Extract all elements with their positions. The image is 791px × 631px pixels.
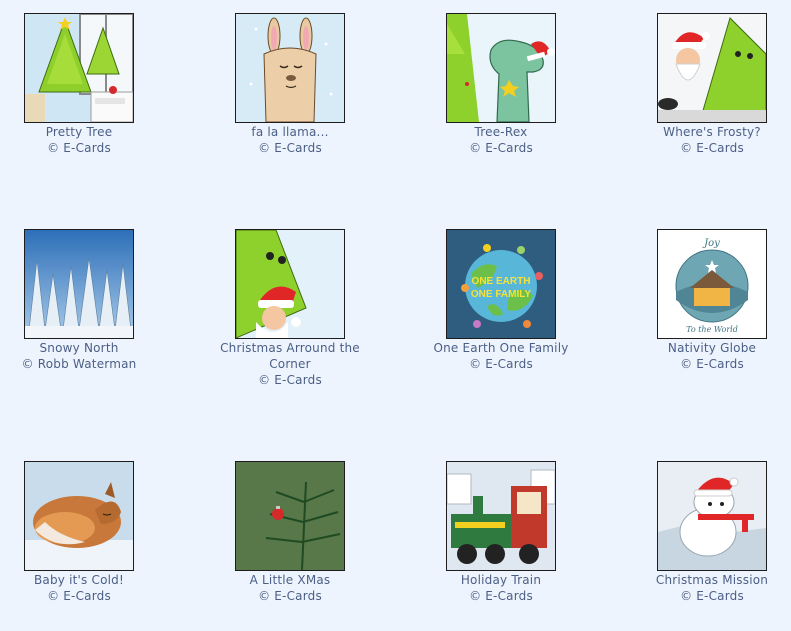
card-title[interactable]: Tree-Rex bbox=[396, 124, 606, 140]
card-credit: © E-Cards bbox=[680, 589, 744, 603]
card-title[interactable]: Baby it's Cold! bbox=[0, 572, 184, 588]
ecard-item[interactable]: fa la llama... © E-Cards bbox=[185, 13, 395, 156]
ecard-item[interactable]: ONE EARTH ONE FAMILY One Earth One Famil… bbox=[396, 229, 606, 372]
holiday-train-icon[interactable] bbox=[446, 461, 556, 571]
nativity-snowglobe-icon[interactable]: Joy To the World bbox=[657, 229, 767, 339]
card-credit: © E-Cards bbox=[258, 141, 322, 155]
card-title[interactable]: Where's Frosty? bbox=[607, 124, 791, 140]
ecard-item[interactable]: Snowy North © Robb Waterman bbox=[0, 229, 184, 372]
card-credit: © E-Cards bbox=[680, 357, 744, 371]
card-credit: © E-Cards bbox=[258, 373, 322, 387]
card-credit: © E-Cards bbox=[469, 357, 533, 371]
pine-branch-ornament-icon[interactable] bbox=[235, 461, 345, 571]
llama-icon[interactable] bbox=[235, 13, 345, 123]
card-title[interactable]: Nativity Globe bbox=[607, 340, 791, 356]
card-title[interactable]: A Little XMas bbox=[185, 572, 395, 588]
ecard-item[interactable]: A Little XMas © E-Cards bbox=[185, 461, 395, 604]
ecard-item[interactable]: Pretty Tree © E-Cards bbox=[0, 13, 184, 156]
tree-and-santa-peeking-icon[interactable] bbox=[235, 229, 345, 339]
snowy-forest-icon[interactable] bbox=[24, 229, 134, 339]
polar-bear-santa-hat-icon[interactable] bbox=[657, 461, 767, 571]
card-title[interactable]: Christmas Arround the Corner bbox=[210, 340, 370, 372]
ecard-item[interactable]: Christmas Arround the Corner © E-Cards bbox=[185, 229, 395, 388]
card-credit: © Robb Waterman bbox=[21, 357, 137, 371]
santa-and-tree-icon[interactable] bbox=[657, 13, 767, 123]
globe-text-top: Joy bbox=[702, 238, 720, 249]
dinosaur-santa-hat-icon[interactable] bbox=[446, 13, 556, 123]
earth-text-line2: ONE FAMILY bbox=[471, 289, 532, 300]
card-title[interactable]: Holiday Train bbox=[396, 572, 606, 588]
card-title[interactable]: Pretty Tree bbox=[0, 124, 184, 140]
card-credit: © E-Cards bbox=[47, 141, 111, 155]
ecard-item[interactable]: Where's Frosty? © E-Cards bbox=[607, 13, 791, 156]
card-credit: © E-Cards bbox=[47, 589, 111, 603]
card-credit: © E-Cards bbox=[258, 589, 322, 603]
ecard-gallery: Pretty Tree © E-Cards fa la llama... © E… bbox=[0, 0, 791, 631]
ecard-item[interactable]: Baby it's Cold! © E-Cards bbox=[0, 461, 184, 604]
christmas-tree-window-icon[interactable] bbox=[24, 13, 134, 123]
card-credit: © E-Cards bbox=[469, 141, 533, 155]
earth-text-line1: ONE EARTH bbox=[472, 276, 531, 287]
ecard-item[interactable]: Christmas Mission © E-Cards bbox=[607, 461, 791, 604]
ecard-item[interactable]: Holiday Train © E-Cards bbox=[396, 461, 606, 604]
sleeping-fox-icon[interactable] bbox=[24, 461, 134, 571]
ecard-item[interactable]: Joy To the World Nativity Globe © E-Card… bbox=[607, 229, 791, 372]
card-title[interactable]: Snowy North bbox=[0, 340, 184, 356]
card-credit: © E-Cards bbox=[680, 141, 744, 155]
earth-globe-icon[interactable]: ONE EARTH ONE FAMILY bbox=[446, 229, 556, 339]
globe-text-bottom: To the World bbox=[686, 325, 738, 334]
card-title[interactable]: One Earth One Family bbox=[396, 340, 606, 356]
card-credit: © E-Cards bbox=[469, 589, 533, 603]
ecard-item[interactable]: Tree-Rex © E-Cards bbox=[396, 13, 606, 156]
card-title[interactable]: Christmas Mission bbox=[607, 572, 791, 588]
card-title[interactable]: fa la llama... bbox=[185, 124, 395, 140]
